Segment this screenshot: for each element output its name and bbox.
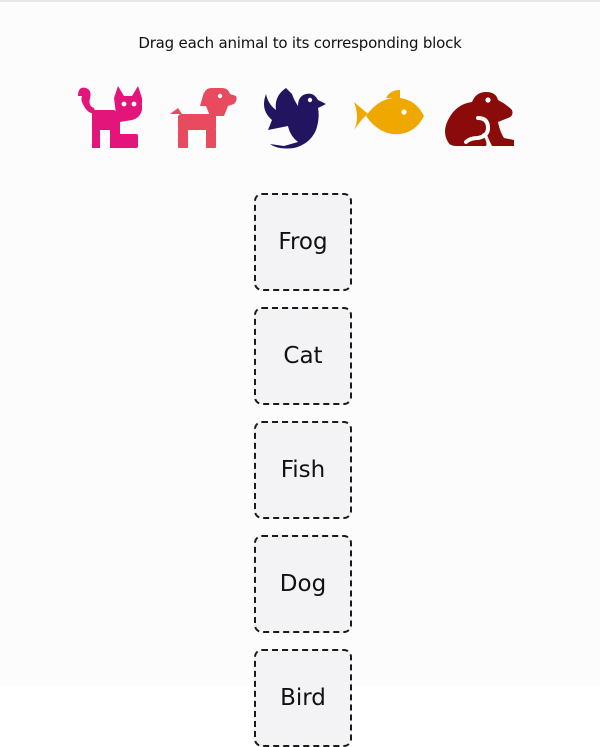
dog-icon[interactable] [166, 84, 242, 150]
fish-icon[interactable] [350, 84, 426, 150]
animal-palette [0, 84, 600, 154]
fish-icon-shape [354, 90, 424, 135]
frog-icon-shape [445, 92, 514, 146]
cat-icon[interactable] [74, 84, 150, 150]
bird-icon[interactable] [258, 84, 334, 150]
drop-block-fish[interactable]: Fish [254, 421, 352, 519]
dog-icon-shape [170, 88, 237, 148]
instruction-text: Drag each animal to its corresponding bl… [138, 34, 462, 52]
drop-block-dog[interactable]: Dog [254, 535, 352, 633]
drag-drop-game: Drag each animal to its corresponding bl… [0, 2, 600, 747]
frog-icon[interactable] [442, 84, 518, 150]
drop-block-bird[interactable]: Bird [254, 649, 352, 747]
drop-block-cat[interactable]: Cat [254, 307, 352, 405]
drop-block-frog[interactable]: Frog [254, 193, 352, 291]
bird-icon-shape [264, 88, 326, 149]
cat-icon-shape [78, 86, 142, 148]
